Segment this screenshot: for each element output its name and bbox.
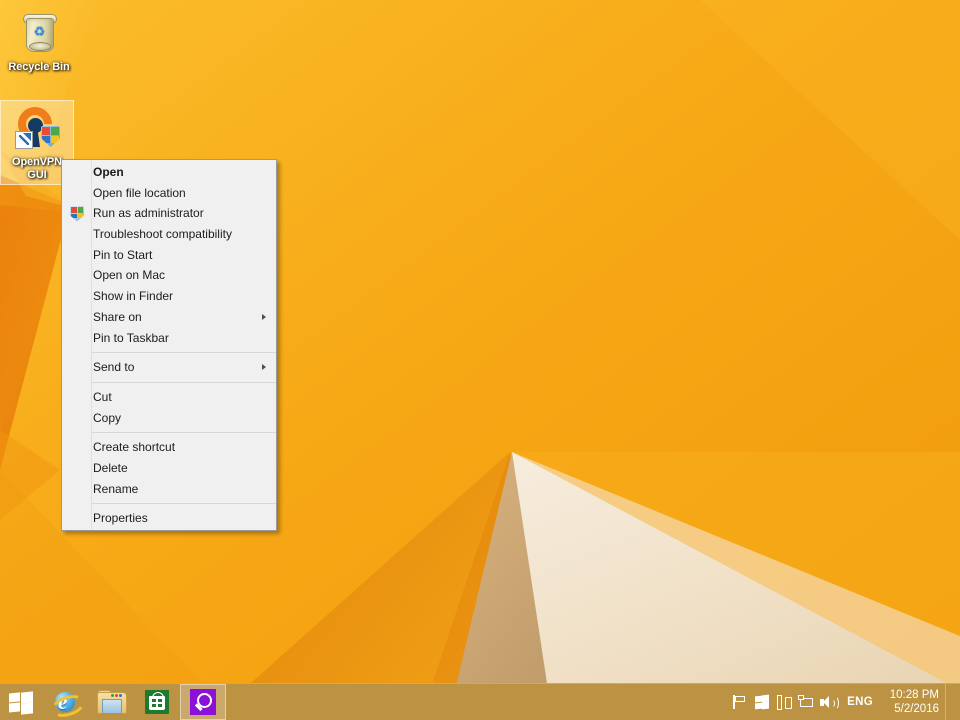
windows-tray-icon[interactable] [751,684,773,720]
context-menu-item[interactable]: Create shortcut [62,437,276,458]
context-menu-item[interactable]: Troubleshoot compatibility [62,224,276,245]
context-menu-item-label: Pin to Taskbar [93,330,169,345]
submenu-arrow-icon [262,364,266,371]
context-menu-item-label: Show in Finder [93,289,174,304]
file-explorer-icon [97,690,127,714]
file-explorer-button[interactable] [88,684,134,720]
taskbar[interactable]: e ENG 10:28 PM 5/2/2016 [0,683,960,720]
context-menu-item[interactable]: Delete [62,458,276,479]
start-button[interactable] [0,684,42,720]
search-icon [190,689,216,715]
internet-explorer-icon: e [48,689,88,720]
context-menu-item-label: Create shortcut [93,440,176,455]
store-button[interactable] [134,684,180,720]
context-menu-separator [92,432,276,434]
context-menu-item-label: Open file location [93,185,186,200]
context-menu-item[interactable]: Show in Finder [62,286,276,307]
context-menu-separator [92,381,276,383]
internet-explorer-button[interactable]: e [42,684,88,720]
windows-start-icon [9,690,33,714]
context-menu-item-label: Open on Mac [93,268,166,283]
context-menu-item-label: Properties [93,511,148,526]
uac-shield-icon [70,206,84,222]
clock-date: 5/2/2016 [894,703,939,715]
context-menu-item[interactable]: Properties [62,508,276,529]
context-menu-item[interactable]: Pin to Taskbar [62,328,276,349]
volume-icon[interactable] [817,684,839,720]
context-menu-item[interactable]: Cut [62,387,276,408]
context-menu-item[interactable]: Pin to Start [62,245,276,266]
context-menu-separator [92,352,276,354]
search-button[interactable] [180,684,226,720]
clock[interactable]: 10:28 PM 5/2/2016 [883,688,945,716]
context-menu-item-label: Cut [93,389,112,404]
network-icon[interactable] [795,684,817,720]
context-menu-separator [92,503,276,505]
uac-shield-overlay-icon [41,126,60,147]
context-menu-item[interactable]: Open [62,162,276,183]
context-menu-item-label: Rename [93,481,139,496]
clock-time: 10:28 PM [889,689,939,701]
context-menu-item[interactable]: Open file location [62,183,276,204]
desktop-icon-recycle-bin[interactable]: ♻ Recycle Bin [2,10,76,74]
desktop-icon-label: Recycle Bin [8,61,70,73]
recycle-bin-icon: ♻ [15,10,63,58]
context-menu-items: Open Open file location Run as administrat… [62,162,276,529]
desktop-screen: ♻ Recycle Bin OpenVPN GUI Open Open file … [0,0,960,720]
system-tray: ENG 10:28 PM 5/2/2016 [729,684,960,720]
openvpn-gui-icon [10,99,61,153]
device-icon[interactable] [773,684,795,720]
store-icon [145,690,169,714]
context-menu-item-label: Open [93,165,124,179]
context-menu-item-label: Copy [93,410,122,425]
context-menu-item[interactable]: Send to [62,357,276,378]
submenu-arrow-icon [262,313,266,320]
context-menu-item[interactable]: Copy [62,408,276,429]
show-desktop-button[interactable] [945,684,954,720]
action-center-flag-icon[interactable] [729,684,751,720]
context-menu-item[interactable]: Open on Mac [62,265,276,286]
context-menu-item-label: Pin to Start [93,247,153,262]
context-menu[interactable]: Open Open file location Run as administrat… [61,159,277,531]
context-menu-item-label: Share on [93,309,142,324]
language-indicator[interactable]: ENG [839,696,883,708]
taskbar-buttons: e [0,684,226,720]
context-menu-item-label: Delete [93,460,128,475]
context-menu-item[interactable]: Rename [62,479,276,500]
context-menu-item[interactable]: Run as administrator [62,203,276,224]
context-menu-item-label: Send to [93,360,135,375]
context-menu-item-label: Run as administrator [93,206,204,221]
context-menu-item[interactable]: Share on [62,307,276,328]
context-menu-item-label: Troubleshoot compatibility [93,227,232,242]
shortcut-arrow-icon [15,131,33,149]
